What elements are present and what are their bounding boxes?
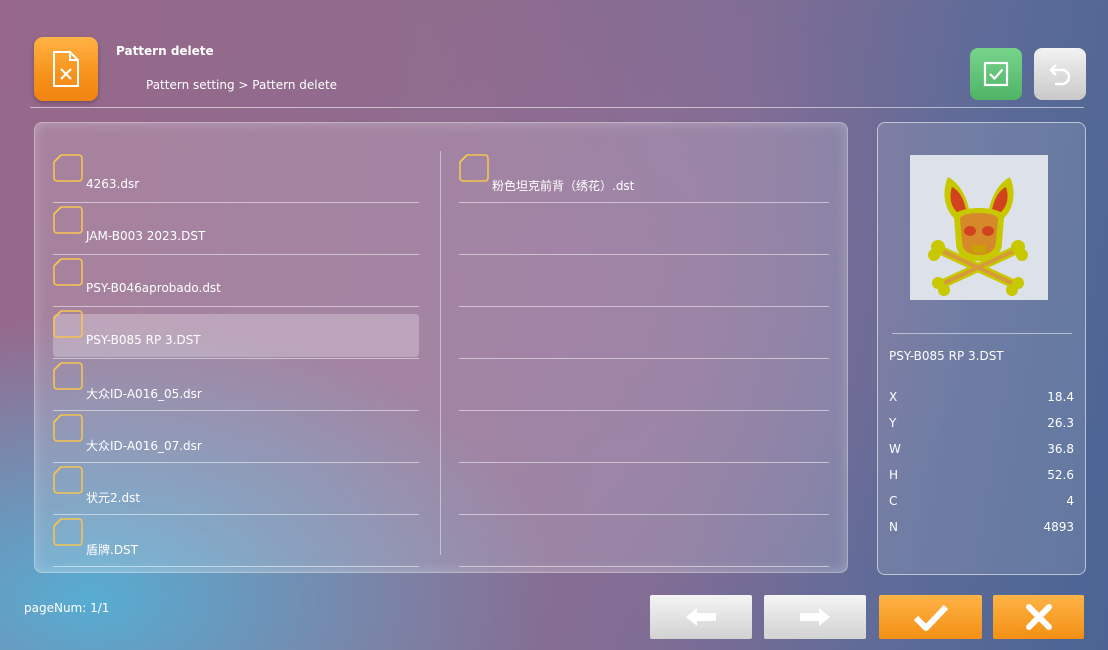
header-divider (30, 107, 1084, 108)
breadcrumb: Pattern setting > Pattern delete (146, 78, 338, 92)
file-icon (53, 257, 83, 291)
stat-value: 36.8 (1047, 442, 1074, 456)
empty-file-slot (459, 203, 829, 255)
file-name: 4263.dsr (86, 177, 140, 191)
preview-divider (892, 333, 1072, 334)
empty-file-slot (459, 463, 829, 515)
stat-label: W (889, 442, 901, 456)
file-column-right: 粉色坦克前背（绣花）.dst (459, 151, 829, 567)
stat-row: X 18.4 (889, 390, 1074, 410)
page-number: pageNum: 1/1 (24, 601, 110, 615)
empty-file-slot (459, 411, 829, 463)
file-item[interactable]: 大众ID-A016_05.dsr (53, 359, 419, 411)
back-button[interactable] (1034, 48, 1086, 100)
stat-label: C (889, 494, 898, 508)
arrow-right-icon (800, 608, 830, 626)
file-icon (53, 413, 83, 447)
stat-value: 18.4 (1047, 390, 1074, 404)
file-icon (53, 517, 83, 551)
stat-label: Y (889, 416, 897, 430)
undo-arrow-icon (1049, 64, 1071, 86)
column-divider (440, 151, 441, 555)
preview-panel: PSY-B085 RP 3.DST X 18.4 Y 26.3 W 36.8 H 52.6 C 4… (877, 122, 1086, 575)
file-icon (53, 153, 83, 187)
file-item[interactable]: PSY-B046aprobado.dst (53, 255, 419, 307)
check-icon (913, 604, 948, 631)
empty-file-slot (459, 359, 829, 411)
stat-value: 52.6 (1047, 468, 1074, 482)
file-item[interactable]: PSY-B085 RP 3.DST (53, 307, 419, 359)
file-icon (53, 309, 83, 343)
previous-page-button[interactable] (650, 595, 752, 639)
file-name: 粉色坦克前背（绣花）.dst (492, 179, 635, 193)
file-name: 大众ID-A016_07.dsr (86, 439, 202, 453)
empty-file-slot (459, 307, 829, 359)
stat-value: 4 (1066, 494, 1074, 508)
stat-row: W 36.8 (889, 442, 1074, 462)
confirm-button[interactable] (970, 48, 1022, 100)
stat-label: N (889, 520, 898, 534)
file-item[interactable]: 4263.dsr (53, 151, 419, 203)
stat-value: 4893 (1043, 520, 1074, 534)
ok-button[interactable] (879, 595, 982, 639)
cancel-button[interactable] (993, 595, 1084, 639)
stat-label: X (889, 390, 898, 404)
file-icon (53, 465, 83, 499)
stat-row: H 52.6 (889, 468, 1074, 488)
stat-label: H (889, 468, 899, 482)
stat-row: N 4893 (889, 520, 1074, 540)
checkbox-check-icon (983, 61, 1009, 87)
file-list-panel: 4263.dsr JAM-B003 2023.DST PSY-B046aprobad… (34, 122, 848, 573)
empty-file-slot (459, 255, 829, 307)
file-name: PSY-B046aprobado.dst (86, 281, 221, 295)
file-name: JAM-B003 2023.DST (86, 229, 206, 243)
preview-filename: PSY-B085 RP 3.DST (889, 349, 1004, 363)
file-name: 大众ID-A016_05.dsr (86, 387, 202, 401)
stat-row: C4 (889, 494, 1074, 514)
file-icon (53, 205, 83, 239)
pattern-preview-image (910, 155, 1048, 300)
next-page-button[interactable] (764, 595, 866, 639)
empty-file-slot (459, 515, 829, 567)
file-item[interactable]: 大众ID-A016_07.dsr (53, 411, 419, 463)
file-column-left: 4263.dsr JAM-B003 2023.DST PSY-B046aprobad… (53, 151, 419, 567)
delete-file-icon (34, 37, 98, 101)
arrow-left-icon (686, 608, 716, 626)
file-item[interactable]: 粉色坦克前背（绣花）.dst (459, 151, 829, 203)
file-item[interactable]: 盾牌.DST (53, 515, 419, 567)
file-icon (53, 361, 83, 395)
page-title: Pattern delete (116, 44, 214, 58)
close-icon (1025, 604, 1052, 630)
stat-value: 26.3 (1047, 416, 1074, 430)
file-name: 盾牌.DST (86, 543, 139, 557)
stat-row: Y 26.3 (889, 416, 1074, 436)
file-name: 状元2.dst (86, 491, 141, 505)
file-name: PSY-B085 RP 3.DST (86, 333, 201, 347)
file-item[interactable]: JAM-B003 2023.DST (53, 203, 419, 255)
file-icon (459, 153, 489, 187)
file-item[interactable]: 状元2.dst (53, 463, 419, 515)
